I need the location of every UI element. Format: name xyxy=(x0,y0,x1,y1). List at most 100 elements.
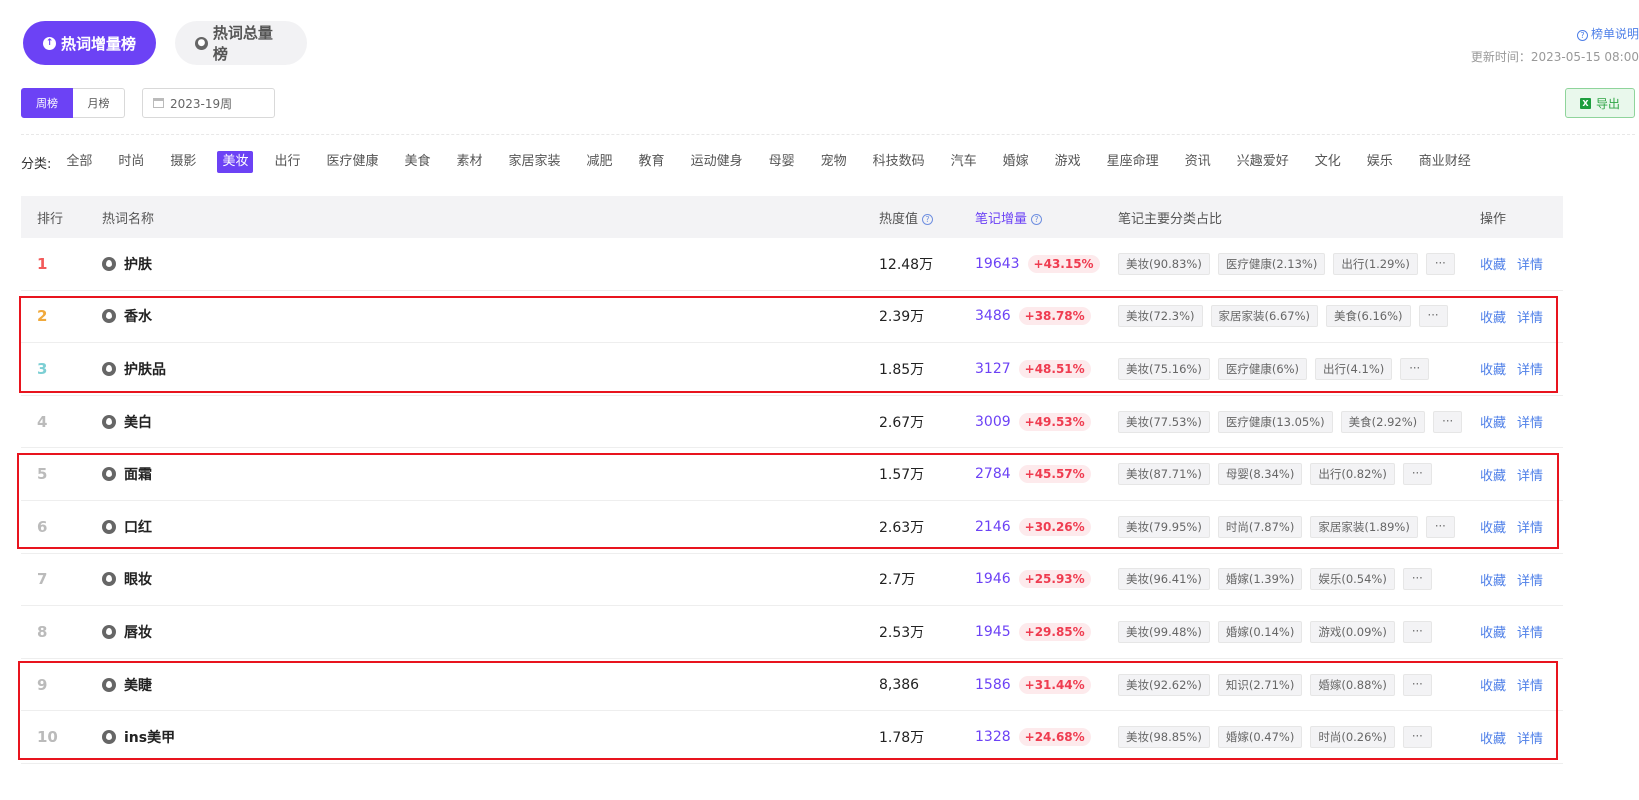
rank-number: 5 xyxy=(37,465,48,484)
favorite-button[interactable]: 收藏 xyxy=(1480,675,1506,694)
keyword-label[interactable]: 唇妆 xyxy=(124,622,152,642)
rank-number: 4 xyxy=(37,412,48,431)
month-button[interactable]: 月榜 xyxy=(73,88,125,118)
detail-button[interactable]: 详情 xyxy=(1517,465,1543,484)
date-picker[interactable]: 2023-19周 xyxy=(142,88,275,118)
more-button[interactable]: ··· xyxy=(1402,726,1432,749)
more-button[interactable]: ··· xyxy=(1402,463,1432,486)
favorite-button[interactable]: 收藏 xyxy=(1480,728,1506,747)
keyword-label[interactable]: 口红 xyxy=(124,517,152,537)
category-item[interactable]: 美食 xyxy=(399,151,435,173)
category-item[interactable]: 宠物 xyxy=(816,151,852,173)
header-increase[interactable]: 笔记增量? xyxy=(975,208,1043,227)
category-item[interactable]: 摄影 xyxy=(165,151,201,173)
category-item[interactable]: 星座命理 xyxy=(1102,151,1164,173)
favorite-button[interactable]: 收藏 xyxy=(1480,307,1506,326)
favorite-button[interactable]: 收藏 xyxy=(1480,254,1506,273)
header-hot: 热度值? xyxy=(879,208,934,227)
category-item[interactable]: 文化 xyxy=(1310,151,1346,173)
increase-cell: 1328 +24.68% xyxy=(975,728,1091,747)
keyword-label[interactable]: 美睫 xyxy=(124,675,152,695)
detail-button[interactable]: 详情 xyxy=(1517,359,1543,378)
category-chip: 母婴(8.34%) xyxy=(1217,463,1303,486)
keyword-cell: 唇妆 xyxy=(102,622,152,642)
category-item[interactable]: 婚嫁 xyxy=(998,151,1034,173)
category-chip: 医疗健康(6%) xyxy=(1217,357,1308,380)
category-item[interactable]: 兴趣爱好 xyxy=(1232,151,1294,173)
category-item[interactable]: 娱乐 xyxy=(1362,151,1398,173)
category-item[interactable]: 资讯 xyxy=(1180,151,1216,173)
category-item[interactable]: 时尚 xyxy=(113,151,149,173)
more-button[interactable]: ··· xyxy=(1433,410,1463,433)
category-item[interactable]: 汽车 xyxy=(946,151,982,173)
update-time: 更新时间：2023-05-15 08:00 xyxy=(1470,50,1639,64)
increase-value: 2784 xyxy=(975,466,1011,483)
keyword-label[interactable]: 护肤品 xyxy=(124,359,166,379)
export-button[interactable]: X 导出 xyxy=(1565,88,1635,118)
category-item[interactable]: 科技数码 xyxy=(868,151,930,173)
keyword-cell: 香水 xyxy=(102,306,152,326)
table-row: 6 口红 2.63万 2146 +30.26% 美妆(79.95%) 时尚(7.87… xyxy=(21,501,1563,554)
detail-button[interactable]: 详情 xyxy=(1517,412,1543,431)
tab-label: 热词增量榜 xyxy=(61,34,137,53)
detail-button[interactable]: 详情 xyxy=(1517,622,1543,641)
detail-button[interactable]: 详情 xyxy=(1517,307,1543,326)
favorite-button[interactable]: 收藏 xyxy=(1480,622,1506,641)
category-filter: 分类: 全部 时尚 摄影 美妆 出行 医疗健康 美食 素材 家居家装 减肥 教育 运动健身 母婴 宠物 科技… xyxy=(21,150,1492,174)
tab-total-ranking[interactable]: ● 热词总量榜 xyxy=(175,21,307,65)
table-body: 1 护肤 12.48万 19643 +43.15% 美妆(90.83%) 医疗健康(… xyxy=(21,238,1563,764)
keyword-label[interactable]: ins美甲 xyxy=(124,727,175,747)
category-item[interactable]: 美妆 xyxy=(217,151,254,173)
more-button[interactable]: ··· xyxy=(1425,515,1455,538)
table-row: 9 美睫 8,386 1586 +31.44% 美妆(92.62%) 知识(2.71… xyxy=(21,659,1563,712)
keyword-cell: 护肤 xyxy=(102,254,152,274)
detail-button[interactable]: 详情 xyxy=(1517,517,1543,536)
action-cell: 收藏 详情 xyxy=(1480,307,1543,326)
favorite-button[interactable]: 收藏 xyxy=(1480,570,1506,589)
category-item[interactable]: 全部 xyxy=(61,151,97,173)
favorite-button[interactable]: 收藏 xyxy=(1480,517,1506,536)
category-share-list: 美妆(87.71%) 母婴(8.34%) 出行(0.82%) ··· xyxy=(1118,463,1432,486)
hot-value: 12.48万 xyxy=(879,256,934,273)
ranking-help-link[interactable]: ? 榜单说明 xyxy=(1576,25,1639,42)
detail-button[interactable]: 详情 xyxy=(1517,254,1543,273)
category-item[interactable]: 减肥 xyxy=(582,151,618,173)
category-item[interactable]: 出行 xyxy=(269,151,305,173)
more-button[interactable]: ··· xyxy=(1402,620,1432,643)
more-button[interactable]: ··· xyxy=(1418,305,1448,328)
favorite-button[interactable]: 收藏 xyxy=(1480,359,1506,378)
detail-button[interactable]: 详情 xyxy=(1517,728,1543,747)
keyword-label[interactable]: 面霜 xyxy=(124,464,152,484)
help-link-label: 榜单说明 xyxy=(1590,27,1639,41)
favorite-button[interactable]: 收藏 xyxy=(1480,465,1506,484)
detail-button[interactable]: 详情 xyxy=(1517,570,1543,589)
question-icon[interactable]: ? xyxy=(922,213,934,225)
detail-button[interactable]: 详情 xyxy=(1517,675,1543,694)
hot-value: 2.63万 xyxy=(879,519,925,536)
category-item[interactable]: 母婴 xyxy=(764,151,800,173)
keyword-label[interactable]: 护肤 xyxy=(124,254,152,274)
keyword-label[interactable]: 眼妆 xyxy=(124,569,152,589)
increase-percent-badge: +25.93% xyxy=(1018,570,1091,589)
keyword-label[interactable]: 美白 xyxy=(124,412,152,432)
tab-increase-ranking[interactable]: ↑ 热词增量榜 xyxy=(23,21,156,65)
keyword-cell: 面霜 xyxy=(102,464,152,484)
category-item[interactable]: 医疗健康 xyxy=(321,151,383,173)
more-button[interactable]: ··· xyxy=(1425,252,1455,275)
keyword-label[interactable]: 香水 xyxy=(124,306,152,326)
more-button[interactable]: ··· xyxy=(1400,357,1430,380)
header-rank: 排行 xyxy=(37,211,64,227)
category-item[interactable]: 商业财经 xyxy=(1414,151,1476,173)
more-button[interactable]: ··· xyxy=(1402,568,1432,591)
category-item[interactable]: 素材 xyxy=(452,151,488,173)
more-button[interactable]: ··· xyxy=(1402,673,1432,696)
category-item[interactable]: 运动健身 xyxy=(686,151,748,173)
category-chip: 美妆(96.41%) xyxy=(1118,568,1210,591)
category-item[interactable]: 教育 xyxy=(634,151,670,173)
category-item[interactable]: 游戏 xyxy=(1050,151,1086,173)
category-item[interactable]: 家居家装 xyxy=(504,151,566,173)
week-button[interactable]: 周榜 xyxy=(21,88,73,118)
export-label: 导出 xyxy=(1595,96,1620,111)
question-icon[interactable]: ? xyxy=(1031,213,1043,225)
favorite-button[interactable]: 收藏 xyxy=(1480,412,1506,431)
